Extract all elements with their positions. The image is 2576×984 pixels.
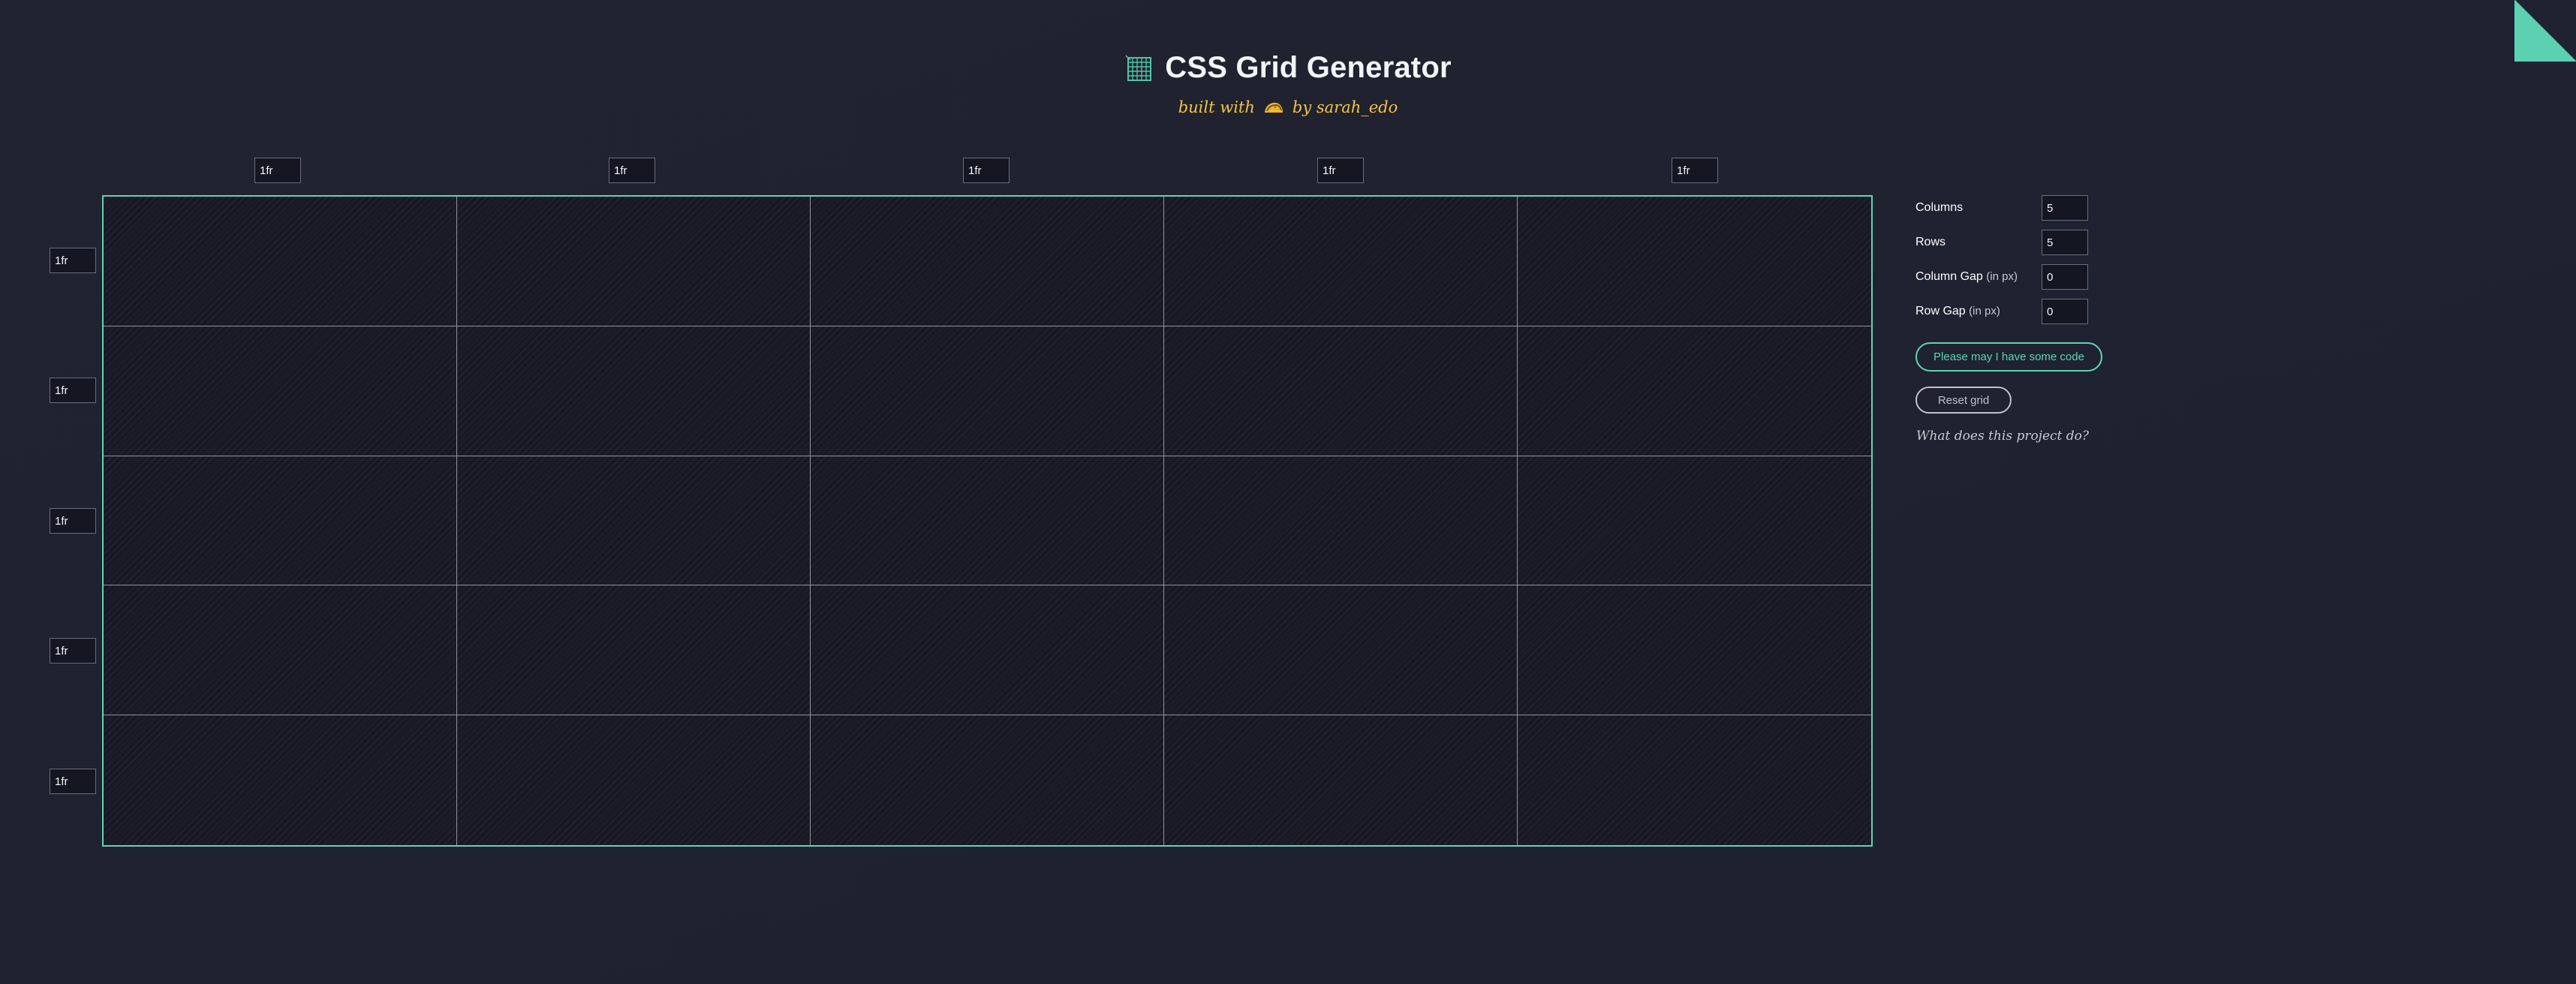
page-header: CSS Grid Generator built with by sarah_e… <box>0 53 2576 116</box>
column-gap-unit: (in px) <box>1986 270 2018 283</box>
grid-cell[interactable] <box>811 715 1164 845</box>
grid-cell[interactable] <box>457 715 811 845</box>
grid-cell[interactable] <box>457 456 811 586</box>
grid-controls-panel: Columns Rows Column Gap (in px) Row Gap … <box>1915 194 2156 332</box>
grid-cell[interactable] <box>811 326 1164 456</box>
grid-cell[interactable] <box>457 197 811 326</box>
taco-icon <box>1264 102 1283 113</box>
grid-cell[interactable] <box>1518 456 1871 586</box>
row-size-input-2[interactable] <box>50 378 96 403</box>
rows-label: Rows <box>1915 236 1946 248</box>
column-gap-input[interactable] <box>2042 264 2088 290</box>
grid-cell[interactable] <box>1164 585 1518 716</box>
grid-cell[interactable] <box>104 326 457 456</box>
subtitle-prefix: built with <box>1178 98 1255 116</box>
about-project-link[interactable]: What does this project do? <box>1916 429 2089 444</box>
get-code-button[interactable]: Please may I have some code <box>1915 342 2102 372</box>
subtitle-author: by sarah_edo <box>1292 98 1398 116</box>
rows-input[interactable] <box>2042 230 2088 255</box>
column-size-input-4[interactable] <box>1317 158 1364 183</box>
row-gap-unit: (in px) <box>1969 305 2000 317</box>
row-gap-input[interactable] <box>2042 299 2088 324</box>
rows-control: Rows <box>1915 228 2156 263</box>
row-gap-control: Row Gap (in px) <box>1915 297 2156 332</box>
column-size-input-1[interactable] <box>254 158 301 183</box>
column-gap-control: Column Gap (in px) <box>1915 263 2156 297</box>
grid-cell[interactable] <box>1164 456 1518 586</box>
grid-cell[interactable] <box>104 715 457 845</box>
grid-cell[interactable] <box>1164 197 1518 326</box>
grid-cell[interactable] <box>1518 197 1871 326</box>
grid-cell[interactable] <box>457 585 811 716</box>
subtitle: built with by sarah_edo <box>1178 98 1398 116</box>
row-size-input-4[interactable] <box>50 638 96 664</box>
columns-control: Columns <box>1915 194 2156 228</box>
row-gap-label: Row Gap <box>1915 305 1966 317</box>
grid-cell[interactable] <box>457 326 811 456</box>
grid-icon <box>1125 55 1152 81</box>
row-size-input-1[interactable] <box>50 248 96 273</box>
column-size-input-2[interactable] <box>609 158 655 183</box>
grid-cell[interactable] <box>811 585 1164 716</box>
columns-input[interactable] <box>2042 195 2088 221</box>
reset-grid-button[interactable]: Reset grid <box>1915 387 2012 414</box>
grid-cell[interactable] <box>1518 585 1871 716</box>
grid-cell[interactable] <box>104 197 457 326</box>
page-title: CSS Grid Generator <box>1165 51 1452 84</box>
columns-label: Columns <box>1915 201 1964 214</box>
row-gap-label-group: Row Gap (in px) <box>1915 305 2000 318</box>
row-size-input-5[interactable] <box>50 769 96 794</box>
grid-cell[interactable] <box>1164 326 1518 456</box>
grid-cell[interactable] <box>811 197 1164 326</box>
grid-canvas[interactable] <box>102 195 1873 847</box>
grid-cell[interactable] <box>1164 715 1518 845</box>
title-row: CSS Grid Generator <box>1124 51 1452 84</box>
grid-cell[interactable] <box>1518 326 1871 456</box>
row-size-input-3[interactable] <box>50 508 96 534</box>
column-gap-label-group: Column Gap (in px) <box>1915 270 2018 284</box>
grid-cell[interactable] <box>104 585 457 716</box>
grid-cell[interactable] <box>1518 715 1871 845</box>
grid-cell[interactable] <box>104 456 457 586</box>
column-gap-label: Column Gap <box>1915 270 1983 283</box>
column-size-input-3[interactable] <box>963 158 1010 183</box>
grid-cell[interactable] <box>811 456 1164 586</box>
column-size-input-5[interactable] <box>1672 158 1718 183</box>
github-octocat-icon <box>2548 9 2566 26</box>
